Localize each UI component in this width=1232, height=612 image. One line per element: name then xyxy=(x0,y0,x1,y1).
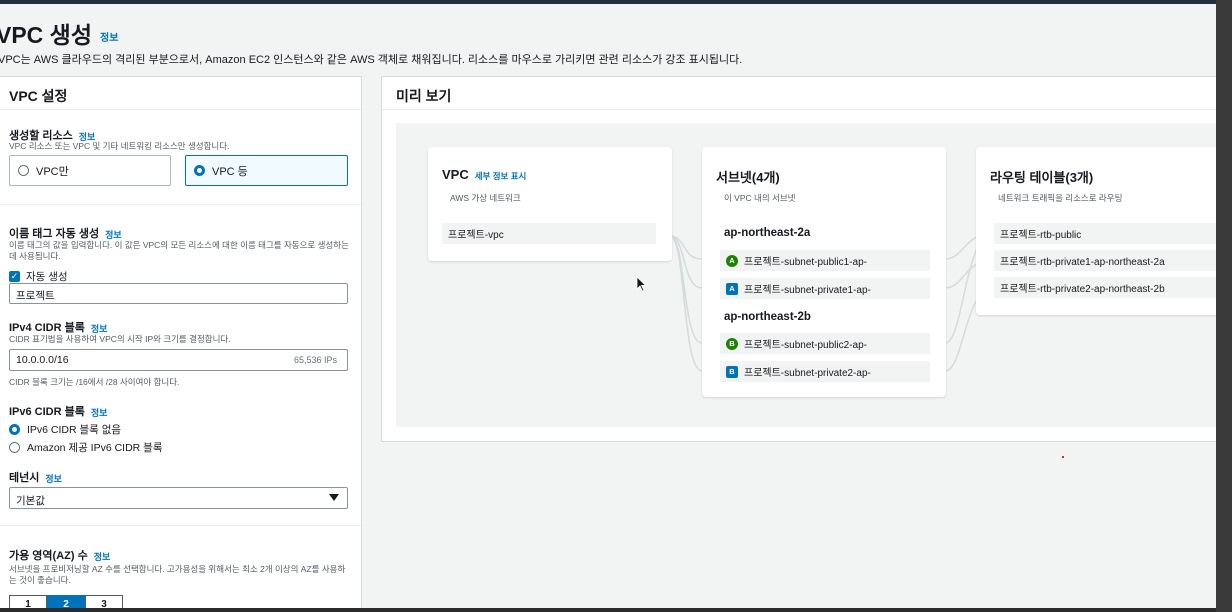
vpc-card-title: VPC xyxy=(442,167,469,182)
vpc-settings-heading: VPC 설정 xyxy=(9,88,68,104)
az-option-2[interactable]: 2 xyxy=(47,595,85,608)
radio-vpc-only[interactable] xyxy=(18,165,29,176)
ipv6-option-amazon-label: Amazon 제공 IPv6 CIDR 블록 xyxy=(27,442,163,454)
preview-canvas: VPC 세부 정보 표시 AWS 가상 네트워크 프로젝트-vpc 서브넷(4개)… xyxy=(396,123,1216,427)
vpc-item[interactable]: 프로젝트-vpc xyxy=(442,223,656,244)
az-option-3[interactable]: 3 xyxy=(85,595,123,608)
az-label-row: 가용 영역(AZ) 수 정보 xyxy=(9,547,110,563)
az-hint: 서브넷을 프로비저닝할 AZ 수를 선택합니다. 고가용성을 위해서는 최소 2… xyxy=(9,564,346,585)
vpc-card-subtitle: AWS 가상 네트워크 xyxy=(450,193,521,203)
ipv4-hint: CIDR 표기법을 사용하여 VPC의 시작 IP와 크기를 결정합니다. xyxy=(9,334,231,344)
az-name-2b: ap-northeast-2b xyxy=(724,311,811,323)
subnet-label: 프로젝트-subnet-private1-ap- xyxy=(744,285,871,296)
ipv4-cidr-input[interactable]: 10.0.0.0/16 65,536 IPs xyxy=(9,349,348,371)
route-table-item[interactable]: 프로젝트-rtb-public xyxy=(994,223,1216,244)
route-table-label: 프로젝트-rtb-private2-ap-northeast-2b xyxy=(1000,284,1165,295)
option-vpc-and-more[interactable]: VPC 등 xyxy=(185,155,348,186)
tenancy-label: 테넌시 xyxy=(9,472,40,484)
az-count-selector: 1 2 3 xyxy=(9,595,123,608)
subnet-item[interactable]: B 프로젝트-subnet-public2-ap- xyxy=(720,333,930,354)
divider xyxy=(0,204,361,205)
window-edge xyxy=(1216,0,1232,612)
subnet-item[interactable]: A 프로젝트-subnet-public1-ap- xyxy=(720,250,930,271)
caret-down-icon xyxy=(329,494,339,501)
option-vpc-only-label: VPC만 xyxy=(36,165,69,178)
ipv6-option-amazon[interactable]: Amazon 제공 IPv6 CIDR 블록 xyxy=(9,440,163,455)
ipv6-option-none[interactable]: IPv6 CIDR 블록 없음 xyxy=(9,422,121,437)
option-vpc-and-more-label: VPC 등 xyxy=(212,165,248,178)
marker-dot xyxy=(1062,456,1064,458)
preview-heading: 미리 보기 xyxy=(396,88,452,104)
ipv4-label: IPv4 CIDR 블록 xyxy=(9,322,85,334)
private-subnet-icon: A xyxy=(726,282,738,295)
vpc-settings-panel: VPC 설정 생성할 리소스 정보 VPC 리소스 또는 VPC 및 기타 네트워… xyxy=(0,76,362,608)
route-tables-card-title: 라우팅 테이블(3개) xyxy=(990,170,1094,185)
name-tag-hint: 이름 태그의 값을 입력합니다. 이 값은 VPC의 모든 리소스에 대한 이름… xyxy=(9,240,349,261)
name-tag-label: 이름 태그 자동 생성 xyxy=(9,228,100,240)
vpc-card: VPC 세부 정보 표시 AWS 가상 네트워크 프로젝트-vpc xyxy=(428,147,672,261)
tenancy-info-link[interactable]: 정보 xyxy=(45,474,62,484)
page-title-row: VPC 생성 정보 xyxy=(0,16,118,50)
public-subnet-icon: A xyxy=(726,254,738,267)
auto-generate-label: 자동 생성 xyxy=(26,271,68,283)
ipv4-info-link[interactable]: 정보 xyxy=(91,324,108,334)
tenancy-label-row: 테넌시 정보 xyxy=(9,469,62,485)
route-table-item[interactable]: 프로젝트-rtb-private2-ap-northeast-2b xyxy=(994,277,1216,298)
az-option-1[interactable]: 1 xyxy=(9,595,47,608)
ipv4-cidr-value: 10.0.0.0/16 xyxy=(16,354,69,366)
option-vpc-only[interactable]: VPC만 xyxy=(9,155,171,186)
subnet-label: 프로젝트-subnet-private2-ap- xyxy=(744,368,871,379)
ipv6-label-row: IPv6 CIDR 블록 정보 xyxy=(9,403,107,419)
preview-panel: 미리 보기 VPC 세부 정보 표시 AWS 가상 네트워크 프로젝트-vpc … xyxy=(381,76,1216,442)
name-tag-label-row: 이름 태그 자동 생성 정보 xyxy=(9,225,122,241)
route-tables-card-subtitle: 네트워크 트래픽을 리소스로 라우팅 xyxy=(998,193,1123,203)
radio-ipv6-amazon[interactable] xyxy=(9,442,20,453)
private-subnet-icon: B xyxy=(726,365,738,378)
divider xyxy=(382,109,1216,110)
subnet-label: 프로젝트-subnet-public1-ap- xyxy=(744,257,867,268)
radio-ipv6-none[interactable] xyxy=(9,424,20,435)
vpc-details-link[interactable]: 세부 정보 표시 xyxy=(475,171,527,181)
ipv6-info-link[interactable]: 정보 xyxy=(91,408,108,418)
tenancy-select[interactable]: 기본값 xyxy=(9,487,348,509)
mouse-cursor-icon xyxy=(636,276,646,292)
ipv4-ip-count: 65,536 IPs xyxy=(293,355,337,365)
ipv4-label-row: IPv4 CIDR 블록 정보 xyxy=(9,319,107,335)
auto-generate-row[interactable]: ✓ 자동 생성 xyxy=(9,269,68,284)
vpc-item-label: 프로젝트-vpc xyxy=(448,230,504,241)
page-description: VPC는 AWS 클라우드의 격리된 부분으로서, Amazon EC2 인스턴… xyxy=(0,54,743,66)
public-subnet-icon: B xyxy=(726,337,738,350)
auto-generate-checkbox[interactable]: ✓ xyxy=(9,271,20,282)
route-tables-card: 라우팅 테이블(3개) 네트워크 트래픽을 리소스로 라우팅 프로젝트-rtb-… xyxy=(976,147,1216,315)
route-table-item[interactable]: 프로젝트-rtb-private1-ap-northeast-2a xyxy=(994,250,1216,271)
route-table-label: 프로젝트-rtb-private1-ap-northeast-2a xyxy=(1000,257,1165,268)
az-info-link[interactable]: 정보 xyxy=(94,552,111,562)
subnet-label: 프로젝트-subnet-public2-ap- xyxy=(744,340,867,351)
divider xyxy=(0,525,361,526)
page-info-link[interactable]: 정보 xyxy=(100,33,118,44)
tenancy-value: 기본값 xyxy=(16,495,45,507)
subnets-card-title: 서브넷(4개) xyxy=(716,170,780,185)
connector-vpc-public2 xyxy=(669,235,703,344)
divider xyxy=(0,109,361,110)
name-tag-input[interactable]: 프로젝트 xyxy=(9,283,348,304)
ipv6-option-none-label: IPv6 CIDR 블록 없음 xyxy=(27,424,122,436)
name-tag-value: 프로젝트 xyxy=(16,290,55,302)
create-vpc-page: VPC 생성 정보 VPC는 AWS 클라우드의 격리된 부분으로서, Amazo… xyxy=(0,4,1216,608)
name-tag-info-link[interactable]: 정보 xyxy=(105,230,122,240)
page-title: VPC 생성 xyxy=(0,22,93,48)
resources-hint: VPC 리소스 또는 VPC 및 기타 네트워킹 리소스만 생성합니다. xyxy=(9,141,230,151)
subnet-item[interactable]: A 프로젝트-subnet-private1-ap- xyxy=(720,278,930,299)
route-table-label: 프로젝트-rtb-public xyxy=(1000,230,1082,241)
subnets-card: 서브넷(4개) 이 VPC 내의 서브넷 ap-northeast-2a A 프… xyxy=(702,147,946,397)
radio-vpc-and-more[interactable] xyxy=(194,165,205,176)
ipv6-label: IPv6 CIDR 블록 xyxy=(9,406,85,418)
vpc-card-title-row: VPC 세부 정보 표시 xyxy=(442,167,526,182)
az-label: 가용 영역(AZ) 수 xyxy=(9,550,88,562)
ipv4-footnote: CIDR 블록 크기는 /16에서 /28 사이여야 합니다. xyxy=(9,377,180,387)
subnet-item[interactable]: B 프로젝트-subnet-private2-ap- xyxy=(720,361,930,382)
subnets-card-subtitle: 이 VPC 내의 서브넷 xyxy=(724,193,796,203)
az-name-2a: ap-northeast-2a xyxy=(724,227,811,239)
connector-vpc-private1 xyxy=(669,235,703,289)
